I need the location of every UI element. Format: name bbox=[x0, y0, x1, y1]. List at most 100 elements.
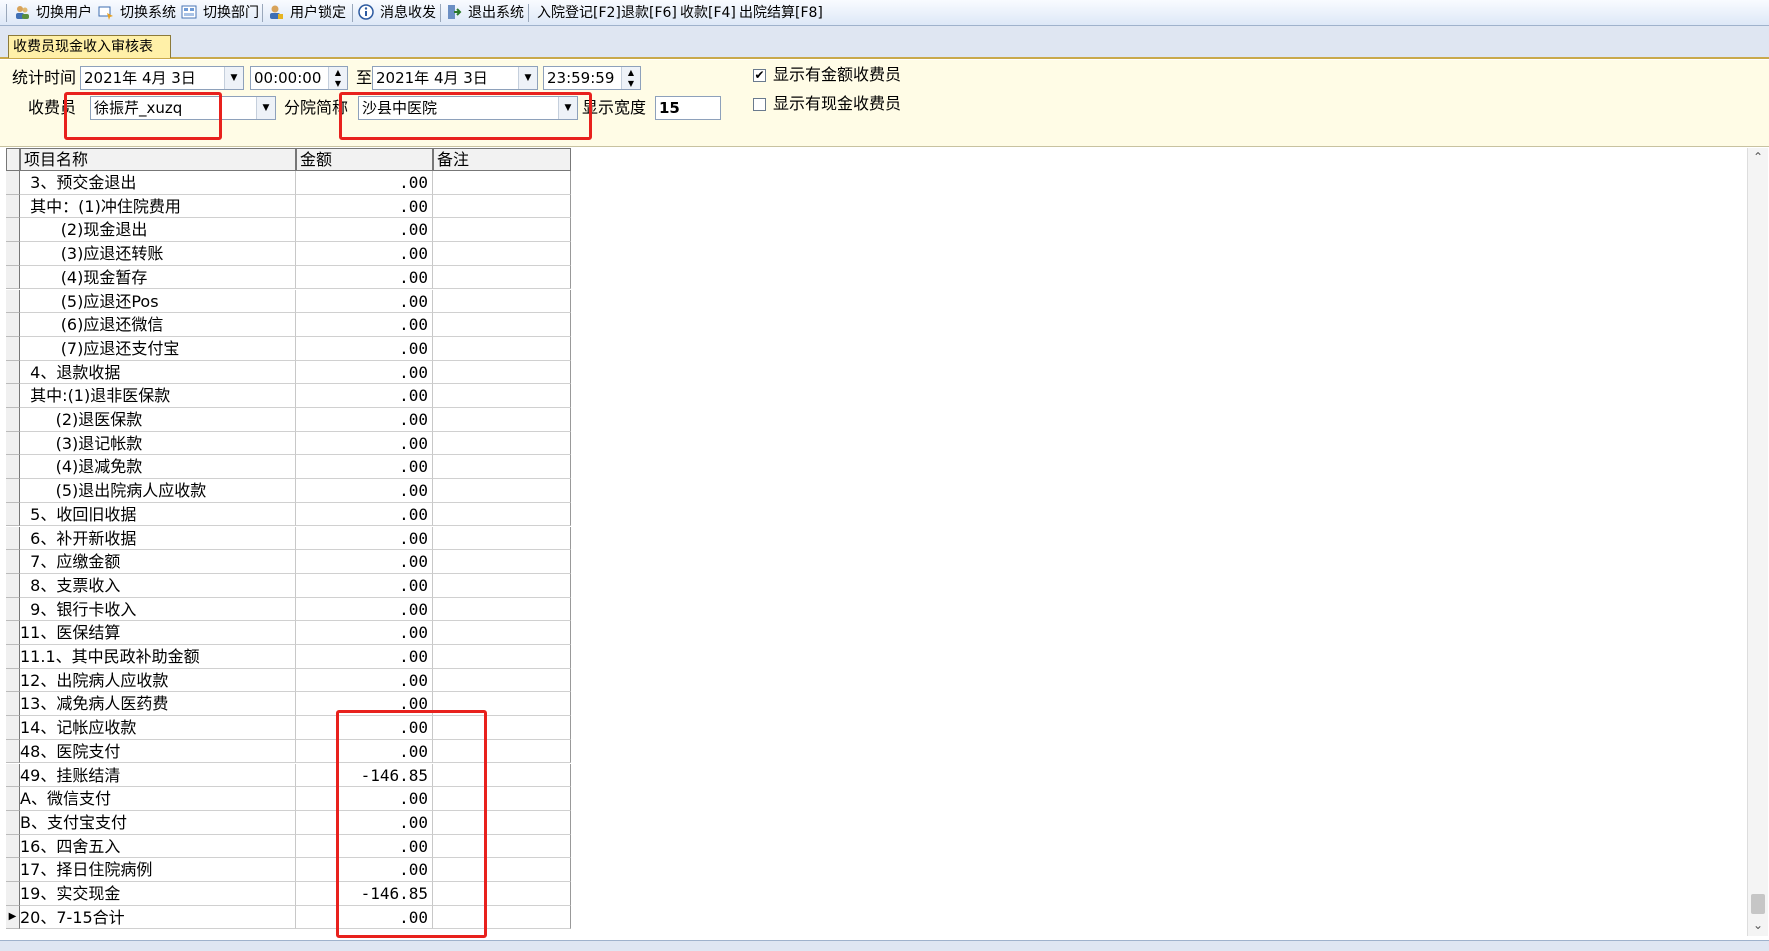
row-selector[interactable] bbox=[6, 882, 20, 906]
cell-item-name[interactable]: 19、实交现金 bbox=[20, 882, 296, 906]
cell-remark[interactable] bbox=[433, 526, 571, 551]
table-row[interactable]: (3)退记帐款 .00 bbox=[6, 431, 571, 456]
row-selector[interactable] bbox=[6, 313, 20, 337]
start-date-picker[interactable]: 2021年 4月 3日 ▼ bbox=[80, 66, 244, 90]
cell-remark[interactable] bbox=[433, 668, 571, 693]
dropdown-arrow-icon[interactable]: ▼ bbox=[224, 67, 243, 89]
table-row[interactable]: 7、应缴金额 .00 bbox=[6, 550, 571, 574]
table-row[interactable]: (4)现金暂存 .00 bbox=[6, 265, 571, 290]
cell-item-name[interactable]: 49、挂账结清 bbox=[20, 763, 296, 788]
table-row[interactable]: 4、退款收据 .00 bbox=[6, 360, 571, 385]
table-row[interactable]: 其中：(1)冲住院费用 .00 bbox=[6, 194, 571, 219]
messages-button[interactable]: 消息收发 bbox=[380, 0, 436, 26]
cell-amount[interactable]: .00 bbox=[296, 313, 433, 337]
row-selector[interactable] bbox=[6, 526, 20, 551]
cell-item-name[interactable]: (3)退记帐款 bbox=[20, 431, 296, 456]
cell-item-name[interactable]: 17、择日住院病例 bbox=[20, 858, 296, 882]
table-row[interactable]: 9、银行卡收入 .00 bbox=[6, 597, 571, 622]
switch-system-button[interactable]: 切换系统 bbox=[120, 0, 176, 26]
table-row[interactable]: (5)应退还Pos .00 bbox=[6, 289, 571, 314]
cell-amount[interactable]: .00 bbox=[296, 336, 433, 361]
row-selector[interactable] bbox=[6, 739, 20, 764]
cell-amount[interactable]: .00 bbox=[296, 479, 433, 503]
cell-item-name[interactable]: 11、医保结算 bbox=[20, 621, 296, 645]
row-selector[interactable] bbox=[6, 692, 20, 717]
cell-remark[interactable] bbox=[433, 502, 571, 527]
row-selector[interactable]: ▶ bbox=[6, 905, 20, 930]
cell-remark[interactable] bbox=[433, 171, 571, 195]
cell-item-name[interactable]: 16、四舍五入 bbox=[20, 834, 296, 859]
switch-user-button[interactable]: 切换用户 bbox=[36, 0, 92, 26]
exit-system-button[interactable]: 退出系统 bbox=[468, 0, 524, 26]
cell-remark[interactable] bbox=[433, 360, 571, 385]
cell-amount[interactable]: .00 bbox=[296, 289, 433, 314]
discharge-settlement-button[interactable]: 出院结算[F8] bbox=[739, 0, 823, 26]
cell-item-name[interactable]: 20、7-15合计 bbox=[20, 905, 296, 930]
cell-item-name[interactable]: 48、医院支付 bbox=[20, 739, 296, 764]
cell-remark[interactable] bbox=[433, 550, 571, 574]
cell-item-name[interactable]: (2)退医保款 bbox=[20, 408, 296, 432]
spinner-arrows-icon[interactable]: ▲ ▼ bbox=[621, 67, 640, 89]
table-row[interactable]: (7)应退还支付宝 .00 bbox=[6, 336, 571, 361]
cell-item-name[interactable]: 9、银行卡收入 bbox=[20, 597, 296, 622]
cell-amount[interactable]: .00 bbox=[296, 597, 433, 622]
table-row[interactable]: (4)退减免款 .00 bbox=[6, 455, 571, 480]
cell-item-name[interactable]: 其中:(1)退非医保款 bbox=[20, 384, 296, 408]
cell-remark[interactable] bbox=[433, 645, 571, 669]
cell-item-name[interactable]: B、支付宝支付 bbox=[20, 810, 296, 835]
row-selector[interactable] bbox=[6, 810, 20, 835]
row-selector[interactable] bbox=[6, 289, 20, 314]
row-selector[interactable] bbox=[6, 763, 20, 788]
show-cash-cashiers-checkbox[interactable] bbox=[753, 98, 766, 111]
row-selector[interactable] bbox=[6, 455, 20, 480]
cell-amount[interactable]: .00 bbox=[296, 194, 433, 219]
cell-remark[interactable] bbox=[433, 336, 571, 361]
dropdown-arrow-icon[interactable]: ▼ bbox=[256, 97, 275, 119]
cell-amount[interactable]: .00 bbox=[296, 360, 433, 385]
table-row[interactable]: (2)退医保款 .00 bbox=[6, 408, 571, 432]
column-header-remark[interactable]: 备注 bbox=[433, 148, 571, 171]
row-selector[interactable] bbox=[6, 716, 20, 740]
row-selector[interactable] bbox=[6, 194, 20, 219]
table-row[interactable]: (6)应退还微信 .00 bbox=[6, 313, 571, 337]
table-row[interactable]: (2)现金退出 .00 bbox=[6, 218, 571, 243]
cell-amount[interactable]: .00 bbox=[296, 550, 433, 574]
cell-remark[interactable] bbox=[433, 479, 571, 503]
scroll-up-icon[interactable]: ⌃ bbox=[1748, 150, 1768, 164]
refund-button[interactable]: 退款[F6] bbox=[621, 0, 677, 26]
cell-amount[interactable]: .00 bbox=[296, 645, 433, 669]
display-width-input[interactable]: 15 bbox=[655, 96, 721, 120]
cell-remark[interactable] bbox=[433, 194, 571, 219]
cell-remark[interactable] bbox=[433, 242, 571, 266]
scroll-down-icon[interactable]: ⌄ bbox=[1748, 918, 1768, 932]
cell-item-name[interactable]: (5)退出院病人应收款 bbox=[20, 479, 296, 503]
cell-amount[interactable]: .00 bbox=[296, 218, 433, 243]
cell-item-name[interactable]: 其中：(1)冲住院费用 bbox=[20, 194, 296, 219]
cell-item-name[interactable]: 5、收回旧收据 bbox=[20, 502, 296, 527]
vertical-scrollbar[interactable]: ⌃ ⌄ bbox=[1747, 148, 1768, 936]
cell-item-name[interactable]: 6、补开新收据 bbox=[20, 526, 296, 551]
cell-item-name[interactable]: (2)现金退出 bbox=[20, 218, 296, 243]
cell-amount[interactable]: .00 bbox=[296, 526, 433, 551]
cell-remark[interactable] bbox=[433, 455, 571, 480]
row-selector[interactable] bbox=[6, 858, 20, 882]
cell-item-name[interactable]: 3、预交金退出 bbox=[20, 171, 296, 195]
cell-amount[interactable]: .00 bbox=[296, 408, 433, 432]
table-row[interactable]: 其中:(1)退非医保款 .00 bbox=[6, 384, 571, 408]
cell-remark[interactable] bbox=[433, 384, 571, 408]
row-selector[interactable] bbox=[6, 573, 20, 598]
cell-remark[interactable] bbox=[433, 431, 571, 456]
row-selector[interactable] bbox=[6, 242, 20, 266]
row-selector[interactable] bbox=[6, 384, 20, 408]
row-selector[interactable] bbox=[6, 265, 20, 290]
scroll-thumb[interactable] bbox=[1751, 894, 1765, 914]
cell-item-name[interactable]: 12、出院病人应收款 bbox=[20, 668, 296, 693]
show-amount-cashiers-checkbox[interactable]: ✔ bbox=[753, 69, 766, 82]
cell-item-name[interactable]: A、微信支付 bbox=[20, 787, 296, 811]
row-selector[interactable] bbox=[6, 171, 20, 195]
cell-remark[interactable] bbox=[433, 621, 571, 645]
cell-item-name[interactable]: 4、退款收据 bbox=[20, 360, 296, 385]
cell-item-name[interactable]: 7、应缴金额 bbox=[20, 550, 296, 574]
cell-amount[interactable]: .00 bbox=[296, 668, 433, 693]
cell-amount[interactable]: .00 bbox=[296, 573, 433, 598]
